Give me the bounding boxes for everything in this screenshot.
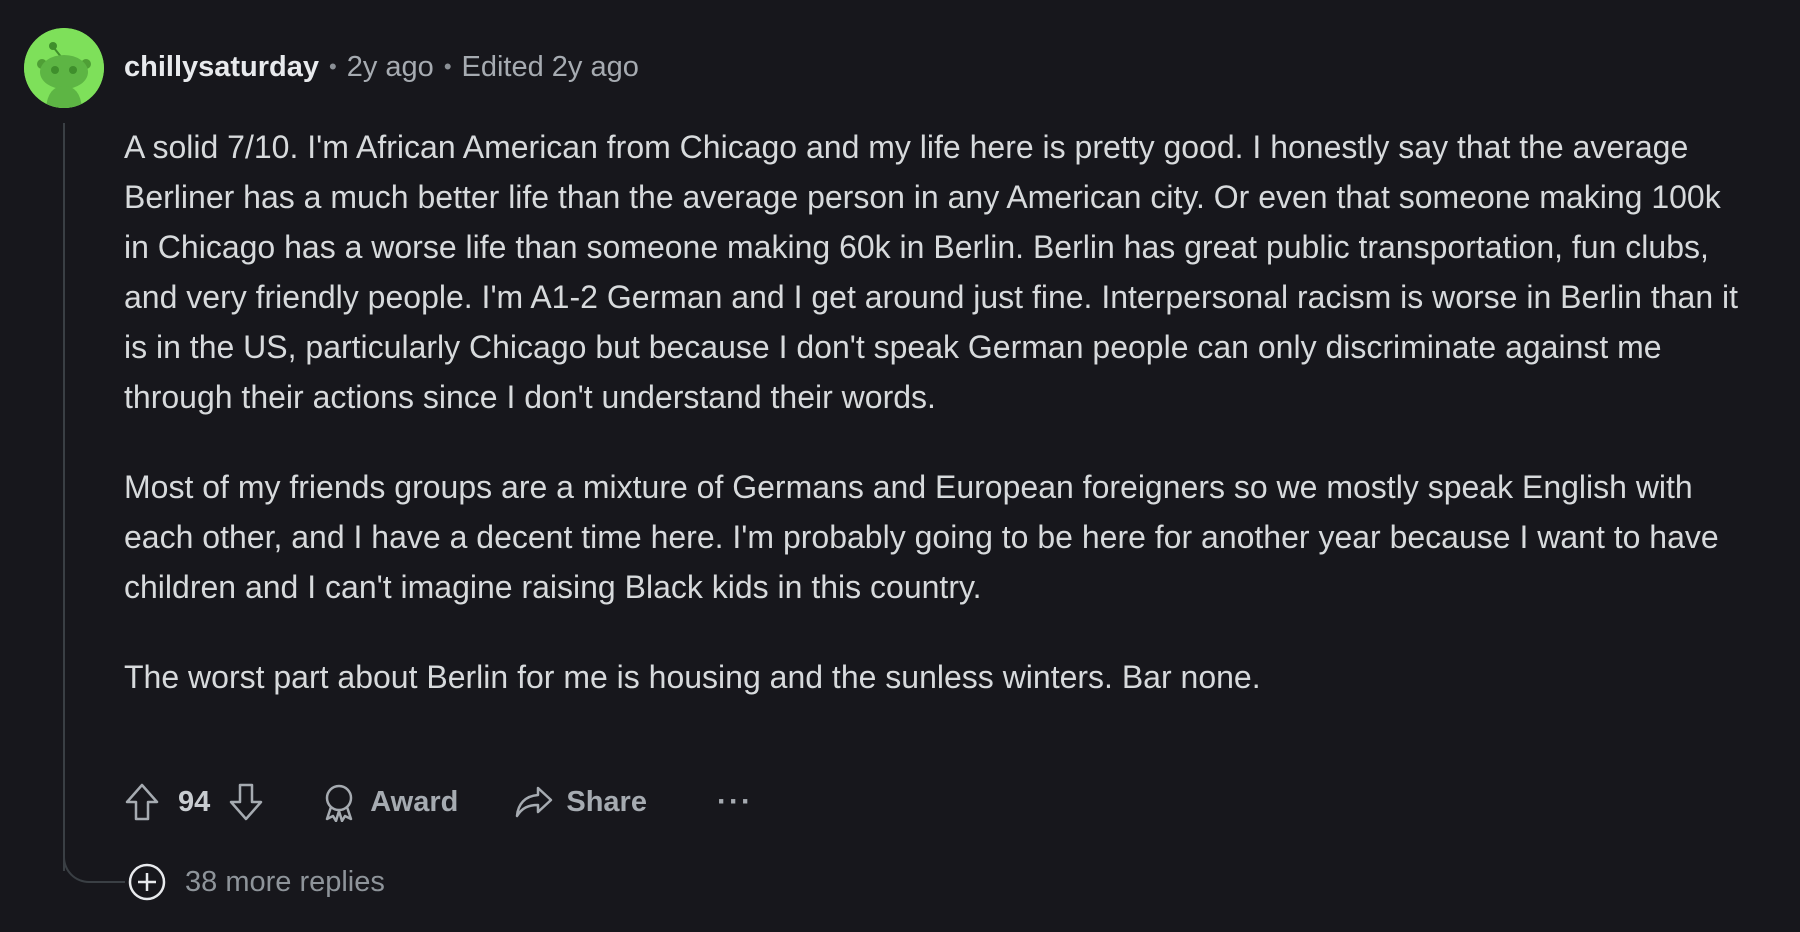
thread-line[interactable] bbox=[63, 123, 65, 871]
separator-dot: • bbox=[329, 54, 337, 79]
comment-paragraph: The worst part about Berlin for me is ho… bbox=[124, 659, 1261, 695]
comment-actions: 94 Award Share ··· bbox=[124, 778, 753, 826]
avatar[interactable] bbox=[24, 28, 104, 108]
vote-control: 94 bbox=[124, 782, 264, 822]
vote-score: 94 bbox=[178, 785, 211, 818]
edited-timestamp: Edited 2y ago bbox=[461, 50, 639, 83]
award-icon bbox=[326, 784, 353, 822]
more-options-icon: ··· bbox=[716, 785, 753, 818]
comment: chillysaturday • 2y ago • Edited 2y ago … bbox=[0, 0, 1800, 932]
comment-paragraph: Most of my friends groups are a mixture … bbox=[124, 469, 1719, 605]
award-button[interactable]: Award bbox=[320, 782, 458, 822]
upvote-arrow-icon[interactable] bbox=[124, 782, 160, 822]
share-icon bbox=[516, 786, 553, 818]
downvote-arrow-icon[interactable] bbox=[228, 782, 264, 822]
share-button[interactable]: Share bbox=[514, 784, 647, 820]
comment-header: chillysaturday • 2y ago • Edited 2y ago bbox=[124, 46, 639, 88]
thread-connector bbox=[63, 845, 125, 883]
more-replies-label: 38 more replies bbox=[185, 865, 385, 898]
award-label: Award bbox=[370, 785, 459, 818]
snoo-avatar-icon bbox=[24, 28, 104, 108]
separator-dot: • bbox=[443, 54, 452, 79]
more-replies-link[interactable]: 38 more replies bbox=[127, 862, 385, 902]
comment-paragraph: A solid 7/10. I'm African American from … bbox=[124, 129, 1739, 415]
more-options-button[interactable]: ··· bbox=[717, 785, 753, 819]
comment-body: A solid 7/10. I'm African American from … bbox=[124, 122, 1754, 742]
timestamp[interactable]: 2y ago bbox=[347, 51, 434, 84]
share-label: Share bbox=[566, 785, 647, 818]
username[interactable]: chillysaturday bbox=[124, 51, 319, 84]
plus-circle-icon[interactable] bbox=[127, 862, 167, 902]
